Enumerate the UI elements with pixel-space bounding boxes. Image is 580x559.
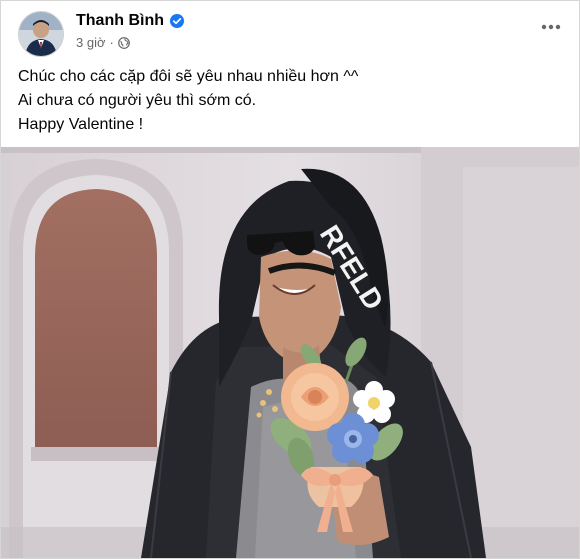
avatar-image <box>19 12 63 56</box>
verified-badge-icon <box>169 14 184 28</box>
post-line-1: Chúc cho các cặp đôi sẽ yêu nhau nhiều h… <box>18 68 359 85</box>
post-line-2: Ai chưa có người yêu thì sớm có. <box>18 92 257 109</box>
author-name[interactable]: Thanh Bình <box>76 12 164 30</box>
post-timestamp[interactable]: 3 giờ <box>76 35 106 50</box>
meta-separator: · <box>109 35 114 50</box>
post-meta: 3 giờ · <box>76 35 130 50</box>
post-line-3: Happy Valentine ! <box>18 116 144 133</box>
post-header: Thanh Bình 3 giờ · <box>1 1 579 61</box>
author-row: Thanh Bình <box>76 12 184 30</box>
post-text: Chúc cho các cặp đôi sẽ yêu nhau nhiều h… <box>18 65 558 137</box>
facebook-post: Thanh Bình 3 giờ · Chúc cho các cặp đôi … <box>0 0 580 559</box>
more-options-icon[interactable] <box>539 15 563 39</box>
author-avatar[interactable] <box>18 11 64 57</box>
globe-icon[interactable] <box>117 36 130 49</box>
post-photo[interactable]: RFELD <box>1 147 579 558</box>
photo-image: RFELD <box>1 147 579 558</box>
